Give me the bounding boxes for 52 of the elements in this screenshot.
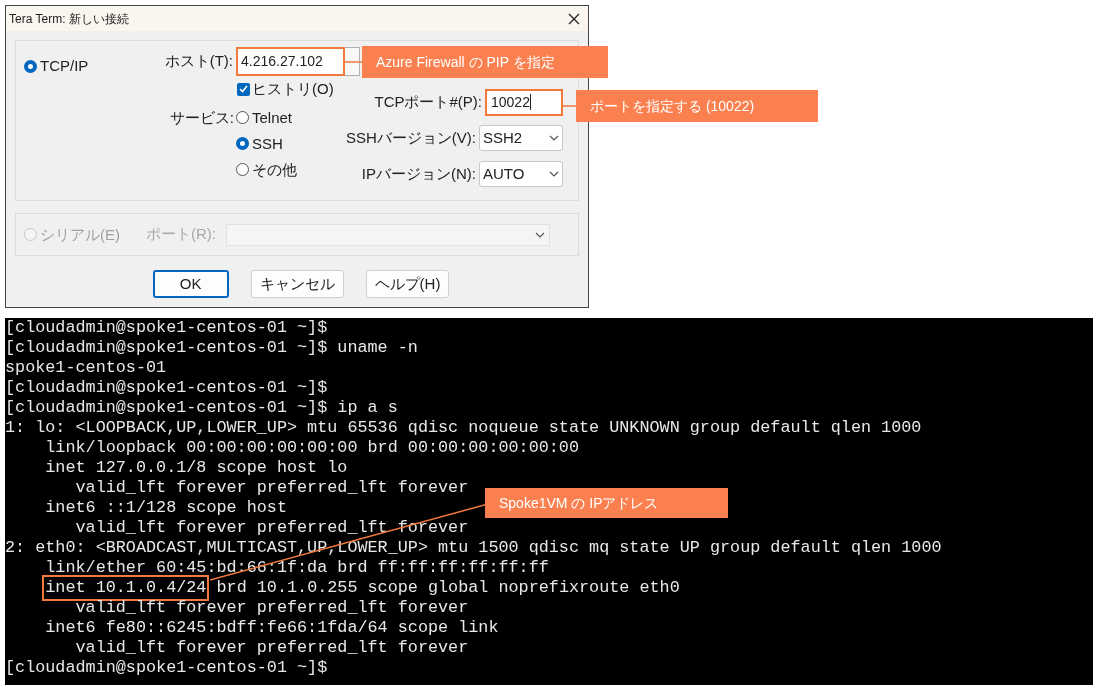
leader-line (562, 105, 577, 107)
terminal-line: inet6 ::1/128 scope host (44, 498, 287, 518)
terminal-line: [cloudadmin@spoke1-centos-01 ~]$ (5, 318, 328, 338)
terminal-line: spoke1-centos-01 (5, 358, 167, 378)
radio-label: シリアル(E) (40, 225, 120, 244)
terminal-line: valid_lft forever preferred_lft forever (74, 478, 469, 498)
callout-label: ポートを指定する (10022) (576, 90, 818, 122)
field-label: ポート(R): (146, 224, 217, 245)
checkbox[interactable] (237, 82, 250, 96)
terminal-line: inet 127.0.0.1/8 scope host lo (44, 458, 348, 478)
callout-label: Azure Firewall の PIP を指定 (362, 46, 608, 78)
terminal-line: [cloudadmin@spoke1-centos-01 ~]$ (5, 658, 328, 678)
close-icon[interactable] (568, 12, 580, 25)
chevron-down-icon (549, 135, 559, 141)
radio-button[interactable] (236, 163, 249, 176)
highlighted-text: inet 10.1.0.4/24 (45, 578, 207, 598)
port-field[interactable]: 10022 (485, 88, 563, 116)
ssh-version-select[interactable]: SSH2 (479, 125, 563, 151)
terminal-line: 1: lo: <LOOPBACK,UP,LOWER_UP> mtu 65536 qdisc noqueue state UNKNOWN group default qlen 1000 (5, 418, 922, 438)
terminal-line: brd 10.1.0.255 scope global noprefixroute eth0 (215, 578, 680, 598)
field-label: サービス: (168, 108, 235, 128)
radio-button[interactable] (236, 111, 249, 124)
terminal-line: valid_lft forever preferred_lft forever (74, 518, 469, 538)
radio-label: その他 (252, 160, 297, 179)
text-cursor (529, 94, 531, 110)
window-title: Tera Term: 新しい接続 (9, 10, 129, 28)
terminal-line: [cloudadmin@spoke1-centos-01 ~]$ uname -n (5, 338, 418, 358)
host-field[interactable]: 4.216.27.102 (236, 47, 345, 76)
checkbox-label: ヒストリ(O) (252, 79, 334, 99)
field-label: ホスト(T): (163, 51, 234, 72)
dialog-button[interactable]: OK (152, 270, 229, 298)
dialog-button[interactable]: キャンセル (250, 270, 344, 298)
field-label: TCPポート#(P): (374, 91, 482, 112)
radio-label: SSH (252, 134, 283, 153)
radio-button[interactable] (24, 59, 37, 73)
terminal-line: link/loopback 00:00:00:00:00:00 brd 00:00:00:00:00:00 (44, 438, 579, 458)
callout-label: Spoke1VM の IPアドレス (485, 488, 728, 518)
field-label: IPバージョン(N): (361, 163, 476, 184)
radio-button[interactable] (236, 137, 249, 150)
radio-label: Telnet (252, 108, 293, 127)
terminal-line: [cloudadmin@spoke1-centos-01 ~]$ ip a s (5, 398, 398, 418)
radio-label: TCP/IP (40, 57, 89, 75)
terminal-line: valid_lft forever preferred_lft forever (74, 638, 469, 658)
chevron-down-icon (535, 231, 545, 238)
chevron-down-icon (549, 171, 559, 177)
terminal-line: inet6 fe80::6245:bdff:fe66:1fda/64 scope link (44, 618, 499, 638)
dialog-button[interactable]: ヘルプ(H) (365, 270, 450, 298)
ip-version-select[interactable]: AUTO (479, 161, 563, 187)
leader-line (345, 61, 363, 63)
field-label: SSHバージョン(V): (346, 127, 476, 148)
terminal-line: valid_lft forever preferred_lft forever (74, 598, 469, 618)
terminal-line: [cloudadmin@spoke1-centos-01 ~]$ (5, 378, 328, 398)
